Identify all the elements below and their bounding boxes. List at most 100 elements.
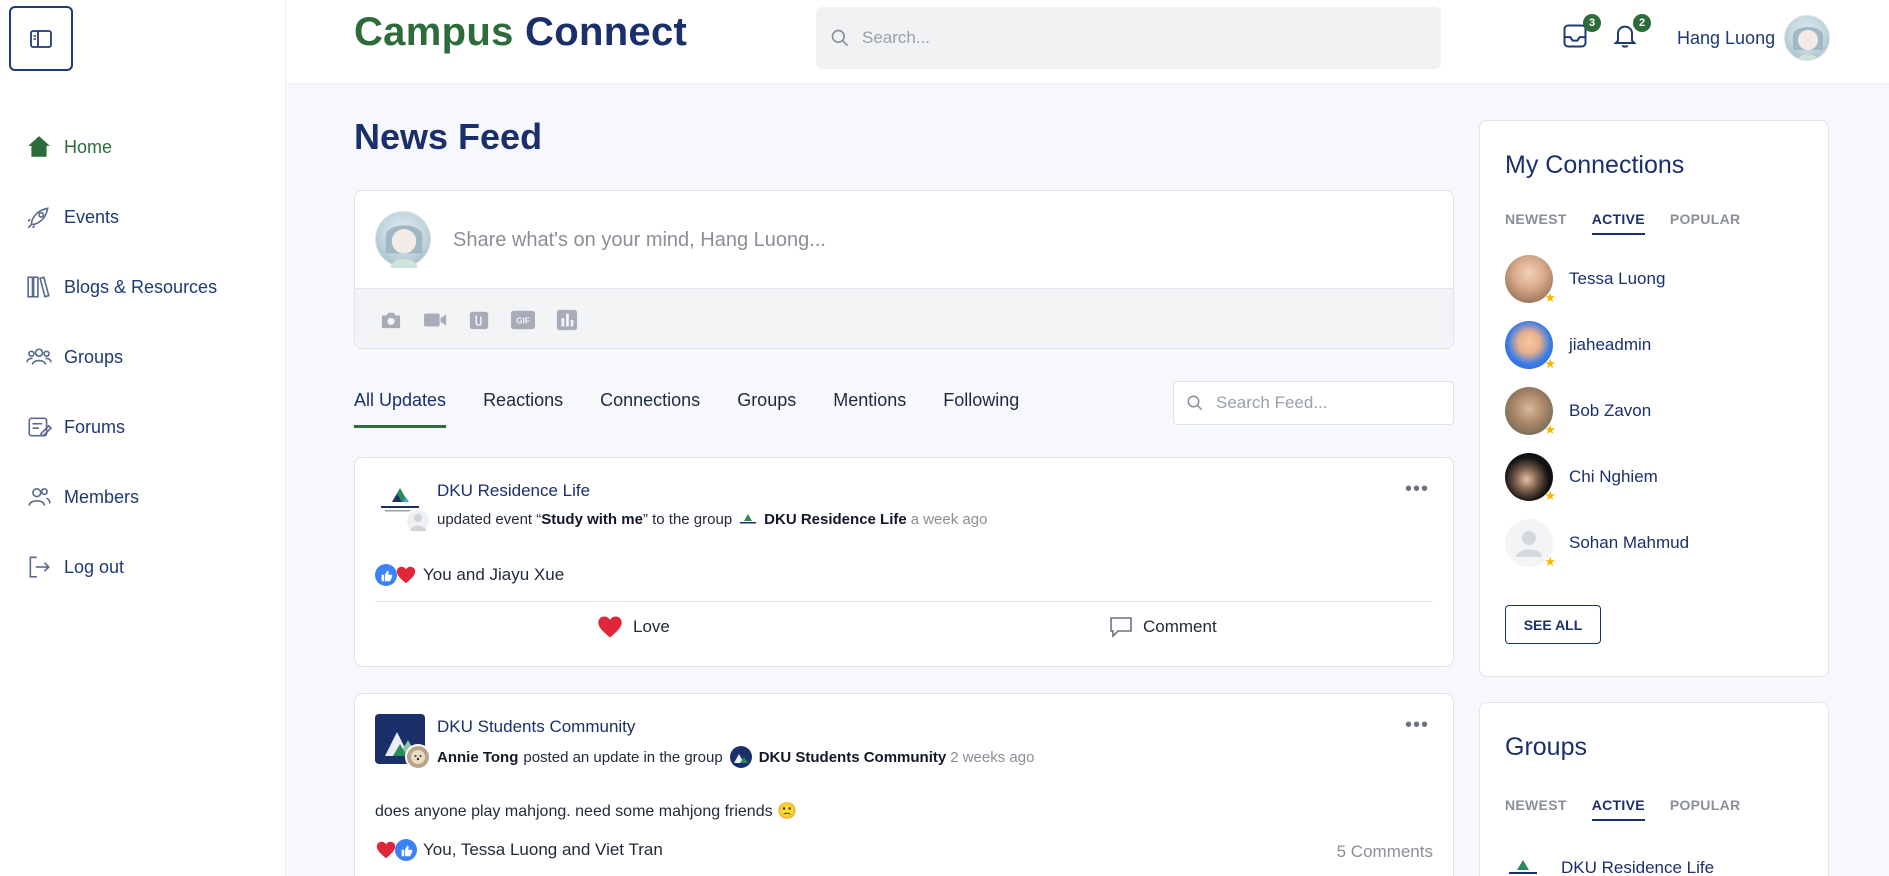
tab-connections[interactable]: Connections xyxy=(600,390,700,428)
like-reaction-icon xyxy=(395,839,417,861)
camera-icon[interactable] xyxy=(379,308,403,332)
sidebar-item-label: Forums xyxy=(64,416,126,437)
reactions-summary[interactable]: You and Jiayu Xue xyxy=(375,564,564,586)
tab-newest[interactable]: NEWEST xyxy=(1505,211,1567,235)
users-icon xyxy=(26,348,52,365)
tab-groups[interactable]: Groups xyxy=(737,390,796,428)
tab-mentions[interactable]: Mentions xyxy=(833,390,906,428)
meta-action: updated event “ xyxy=(437,510,542,528)
connection-name: Tessa Luong xyxy=(1569,269,1666,288)
meta-group-name[interactable]: DKU Residence Life xyxy=(764,511,907,528)
meta-event-name[interactable]: Study with me xyxy=(541,511,643,528)
avatar: ★ xyxy=(1505,519,1556,569)
tab-active[interactable]: ACTIVE xyxy=(1591,797,1645,821)
brand-part-2: Connect xyxy=(525,10,688,54)
reactions-summary[interactable]: You, Tessa Luong and Viet Tran xyxy=(375,839,663,861)
connection-item[interactable]: ★ Chi Nghiem xyxy=(1505,453,1658,503)
global-search-input[interactable]: Search... xyxy=(816,7,1441,69)
feed-search-placeholder: Search Feed... xyxy=(1216,393,1328,412)
sidebar-item-members[interactable]: Members xyxy=(26,462,217,532)
activity-card: DKU Residence Life updated event “Study … xyxy=(354,457,1454,667)
tab-reactions[interactable]: Reactions xyxy=(483,390,563,428)
author-avatar[interactable] xyxy=(405,744,431,770)
group-name: DKU Residence Life xyxy=(1561,858,1715,876)
composer-toolbar: GIF xyxy=(355,288,1453,348)
sidebar-item-blogs[interactable]: Blogs & Resources xyxy=(26,252,217,322)
sidebar-panel-icon xyxy=(30,29,52,48)
brand-logo[interactable]: Campus Connect xyxy=(354,10,687,55)
groups-title: Groups xyxy=(1505,733,1587,761)
comment-label: Comment xyxy=(1143,617,1217,636)
post-group-name[interactable]: DKU Residence Life xyxy=(437,481,590,501)
love-button[interactable]: Love xyxy=(595,613,670,641)
composer-avatar xyxy=(375,211,431,268)
connection-item[interactable]: ★ jiaheadmin xyxy=(1505,321,1652,371)
post-group-name[interactable]: DKU Students Community xyxy=(437,717,635,737)
books-icon xyxy=(27,276,50,298)
notifications-button[interactable]: 2 xyxy=(1611,14,1651,52)
see-all-button[interactable]: SEE ALL xyxy=(1505,605,1601,644)
connection-item[interactable]: ★ Bob Zavon xyxy=(1505,387,1651,437)
tab-popular[interactable]: POPULAR xyxy=(1670,797,1741,821)
tab-all-updates[interactable]: All Updates xyxy=(354,390,447,428)
tab-following[interactable]: Following xyxy=(943,390,1019,428)
post-time[interactable]: 2 weeks ago xyxy=(950,749,1034,766)
meta-author-name[interactable]: Annie Tong xyxy=(437,749,518,766)
star-icon: ★ xyxy=(1544,356,1556,371)
avatar: ★ xyxy=(1505,321,1556,371)
poll-icon[interactable] xyxy=(555,308,579,332)
groups-tabs: NEWEST ACTIVE POPULAR xyxy=(1505,797,1765,821)
header-user-name[interactable]: Hang Luong xyxy=(1677,28,1775,49)
feed-search-input[interactable]: Search Feed... xyxy=(1173,381,1454,425)
forum-icon xyxy=(28,417,52,437)
sidebar: Home Events Blogs & Resources Groups For… xyxy=(0,0,286,876)
more-options-button[interactable]: ••• xyxy=(1405,478,1429,501)
gif-icon[interactable]: GIF xyxy=(511,308,535,332)
sidebar-item-label: Blogs & Resources xyxy=(64,276,218,297)
header-user-avatar[interactable] xyxy=(1784,15,1830,61)
group-item[interactable]: DKU Residence Life xyxy=(1505,858,1714,876)
video-icon[interactable] xyxy=(423,308,447,332)
avatar: ★ xyxy=(1505,453,1556,503)
user-placeholder-icon xyxy=(410,514,426,531)
tab-active[interactable]: ACTIVE xyxy=(1591,211,1645,235)
sidebar-item-label: Groups xyxy=(64,346,124,367)
meta-group-name[interactable]: DKU Students Community xyxy=(759,749,947,766)
inbox-button[interactable]: 3 xyxy=(1561,14,1601,52)
more-options-button[interactable]: ••• xyxy=(1405,714,1429,737)
post-meta: updated event “Study with me” to the gro… xyxy=(437,509,987,529)
attachment-icon[interactable] xyxy=(467,308,491,332)
connection-item[interactable]: ★ Sohan Mahmud xyxy=(1505,519,1689,569)
search-placeholder: Search... xyxy=(862,28,931,47)
sidebar-item-groups[interactable]: Groups xyxy=(26,322,217,392)
reactions-text: You and Jiayu Xue xyxy=(423,565,565,584)
comments-count-link[interactable]: 5 Comments xyxy=(1337,842,1433,862)
sidebar-item-label: Members xyxy=(64,486,140,507)
sidebar-item-logout[interactable]: Log out xyxy=(26,532,217,602)
love-reaction-icon xyxy=(395,564,417,586)
group-mini-logo-icon xyxy=(729,746,752,768)
connection-item[interactable]: ★ Tessa Luong xyxy=(1505,255,1666,305)
sidebar-item-events[interactable]: Events xyxy=(26,182,217,252)
search-icon xyxy=(831,29,849,47)
inbox-count-badge: 3 xyxy=(1583,14,1601,32)
post-time[interactable]: a week ago xyxy=(911,511,988,528)
love-reaction-icon xyxy=(375,839,397,861)
sidebar-item-home[interactable]: Home xyxy=(26,112,217,182)
post-composer[interactable]: Share what's on your mind, Hang Luong...… xyxy=(354,190,1454,349)
connection-name: jiaheadmin xyxy=(1569,335,1652,354)
groups-panel: Groups NEWEST ACTIVE POPULAR DKU Residen… xyxy=(1479,702,1829,876)
avatar: ★ xyxy=(1505,387,1556,437)
sidebar-toggle-button[interactable] xyxy=(9,6,73,71)
tab-newest[interactable]: NEWEST xyxy=(1505,797,1567,821)
sidebar-item-forums[interactable]: Forums xyxy=(26,392,217,462)
star-icon: ★ xyxy=(1544,290,1556,305)
tab-popular[interactable]: POPULAR xyxy=(1670,211,1741,235)
connections-title: My Connections xyxy=(1505,151,1685,179)
composer-prompt[interactable]: Share what's on your mind, Hang Luong... xyxy=(453,229,826,252)
heart-icon xyxy=(598,616,622,638)
author-avatar[interactable] xyxy=(405,508,431,534)
comment-button[interactable]: Comment xyxy=(1109,616,1217,638)
rocket-icon xyxy=(27,207,49,229)
connections-panel: My Connections NEWEST ACTIVE POPULAR ★ T… xyxy=(1479,120,1829,677)
